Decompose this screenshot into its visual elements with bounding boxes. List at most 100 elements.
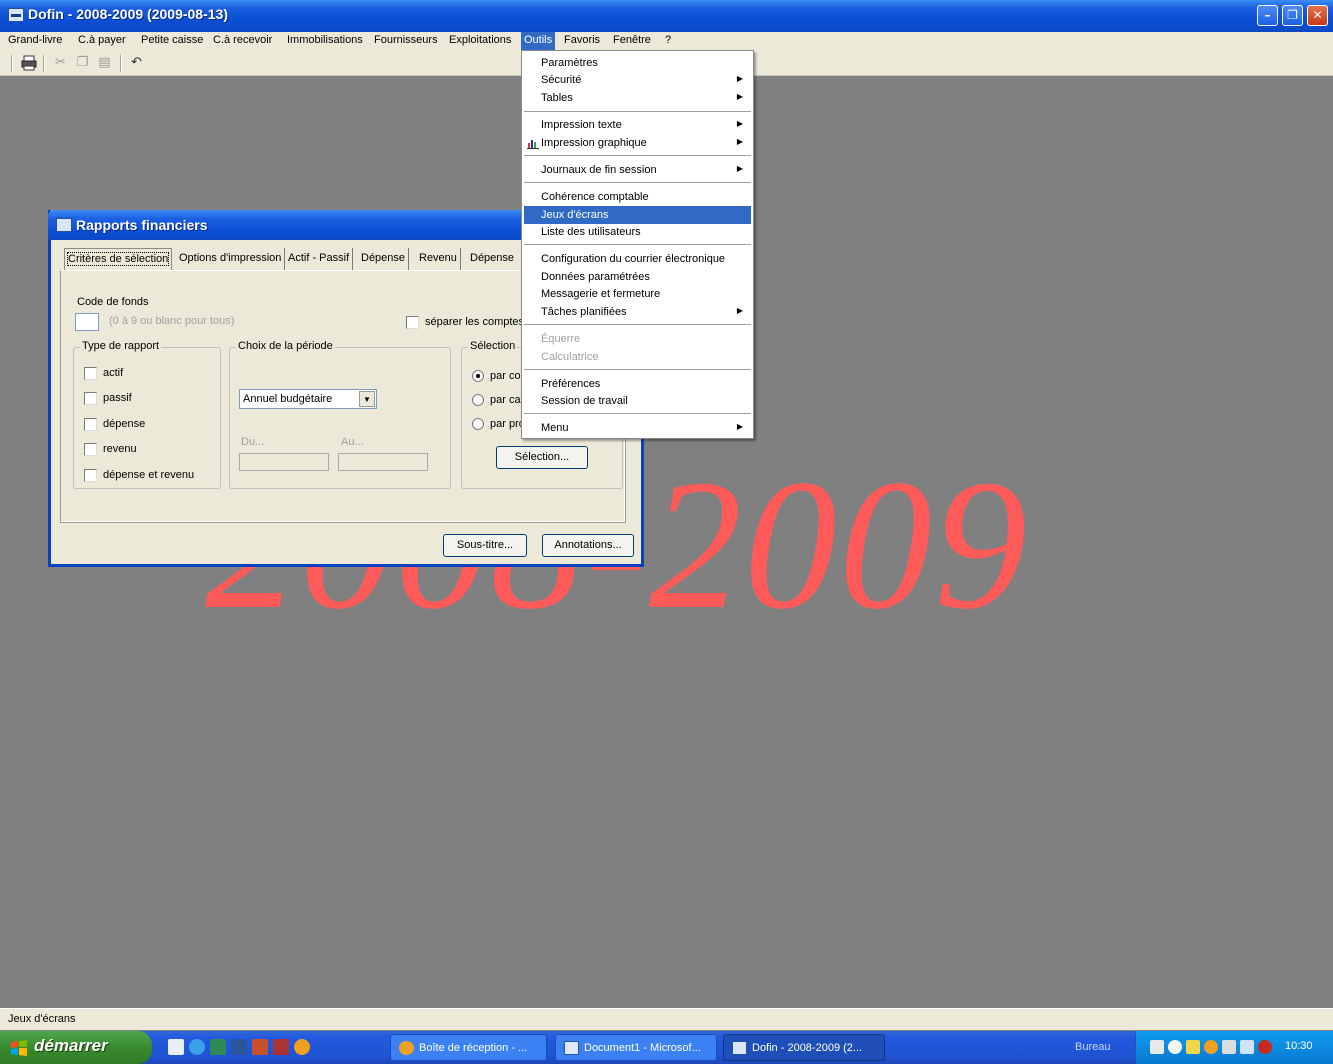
internet-explorer-icon[interactable] — [189, 1039, 205, 1055]
par-cor-radio[interactable] — [472, 370, 484, 382]
revenu-checkbox[interactable] — [84, 443, 97, 456]
excel-icon[interactable] — [210, 1039, 226, 1055]
par-cor-label: par cor — [490, 370, 525, 382]
undo-icon[interactable]: ↶ — [128, 55, 145, 71]
chevron-down-icon[interactable]: ▼ — [359, 391, 375, 407]
menu-item-parametres[interactable]: Paramètres — [524, 54, 751, 72]
menu-item-tables[interactable]: Tables ▶ — [524, 89, 751, 107]
menu-item-preferences[interactable]: Préférences — [524, 375, 751, 393]
menu-item-impression-texte[interactable]: Impression texte ▶ — [524, 116, 751, 134]
mail-icon[interactable] — [1186, 1040, 1200, 1054]
menu-favoris[interactable]: Favoris — [564, 34, 600, 46]
show-desktop-icon[interactable] — [168, 1039, 184, 1055]
powerpoint-icon[interactable] — [252, 1039, 268, 1055]
restore-button[interactable]: ❐ — [1282, 5, 1303, 26]
menu-c-a-payer[interactable]: C.à payer — [78, 34, 126, 46]
menu-item-label: Journaux de fin session — [541, 164, 657, 176]
code-fonds-input[interactable] — [75, 313, 99, 331]
menu-item-securite[interactable]: Sécurité ▶ — [524, 71, 751, 89]
word-icon[interactable] — [231, 1039, 247, 1055]
task-boite-reception[interactable]: Boîte de réception - ... — [390, 1034, 547, 1061]
periode-select[interactable]: Annuel budgétaire ▼ — [239, 389, 377, 409]
print-icon[interactable] — [20, 55, 37, 71]
menu-item-label: Préférences — [541, 378, 601, 390]
menu-item-coherence[interactable]: Cohérence comptable — [524, 188, 751, 206]
sous-titre-button[interactable]: Sous-titre... — [443, 534, 527, 557]
date-au-input[interactable] — [338, 453, 428, 471]
menu-c-a-recevoir[interactable]: C.à recevoir — [213, 34, 272, 46]
par-cat-radio[interactable] — [472, 394, 484, 406]
tab-revenu[interactable]: Revenu — [416, 248, 461, 270]
menu-item-taches-planifiees[interactable]: Tâches planifiées ▶ — [524, 303, 751, 321]
tab-depense-2[interactable]: Dépense — [467, 248, 517, 270]
separer-comptes-checkbox[interactable] — [406, 316, 419, 329]
du-label: Du... — [241, 436, 265, 448]
tab-options-impression[interactable]: Options d'impression — [176, 248, 286, 270]
bureau-toolbar-label[interactable]: Bureau — [1075, 1041, 1110, 1053]
close-button[interactable]: ✕ — [1307, 5, 1328, 26]
date-du-input[interactable] — [239, 453, 329, 471]
actif-checkbox[interactable] — [84, 367, 97, 380]
tab-label: Options d'impression — [179, 252, 282, 264]
outlook-icon[interactable] — [1204, 1040, 1218, 1054]
collapse-tray-icon[interactable] — [1168, 1040, 1182, 1054]
menu-fenetre[interactable]: Fenêtre — [613, 34, 651, 46]
menu-item-label: Cohérence comptable — [541, 191, 649, 203]
clock[interactable]: 10:30 — [1285, 1040, 1313, 1052]
periode-group: Choix de la période Annuel budgétaire ▼ … — [229, 340, 451, 489]
selection-button[interactable]: Sélection... — [496, 446, 588, 469]
menu-exploitations[interactable]: Exploitations — [449, 34, 511, 46]
menu-item-configuration-courrier[interactable]: Configuration du courrier électronique — [524, 250, 751, 268]
submenu-arrow-icon: ▶ — [736, 137, 743, 146]
menu-separator — [524, 155, 751, 156]
menu-item-session-travail[interactable]: Session de travail — [524, 392, 751, 410]
menu-grand-livre[interactable]: Grand-livre — [8, 34, 62, 46]
menu-item-jeux-ecrans[interactable]: Jeux d'écrans — [524, 206, 751, 224]
menu-item-menu[interactable]: Menu ▶ — [524, 419, 751, 437]
menu-immobilisations[interactable]: Immobilisations — [287, 34, 363, 46]
menu-item-label: Jeux d'écrans — [541, 209, 609, 221]
menu-help[interactable]: ? — [665, 34, 671, 46]
tab-actif-passif[interactable]: Actif - Passif — [285, 248, 354, 270]
annotations-button[interactable]: Annotations... — [542, 534, 634, 557]
toolbar-grip[interactable] — [11, 55, 13, 72]
passif-label: passif — [103, 392, 132, 404]
menu-item-impression-graphique[interactable]: Impression graphique ▶ — [524, 134, 751, 152]
menu-item-label: Menu — [541, 422, 569, 434]
submenu-arrow-icon: ▶ — [736, 164, 743, 173]
tab-criteres[interactable]: Critères de sélection — [64, 248, 173, 270]
copy-icon[interactable]: ❐ — [74, 55, 91, 71]
submenu-arrow-icon: ▶ — [736, 74, 743, 83]
menu-item-liste-utilisateurs[interactable]: Liste des utilisateurs — [524, 223, 751, 241]
submenu-arrow-icon: ▶ — [736, 422, 743, 431]
menu-outils[interactable]: Outils — [521, 32, 556, 50]
depense-checkbox[interactable] — [84, 418, 97, 431]
task-label: Dofin - 2008-2009 (2... — [752, 1042, 863, 1054]
cut-icon[interactable]: ✂ — [52, 55, 69, 71]
tab-depense[interactable]: Dépense — [358, 248, 410, 270]
task-document1[interactable]: Document1 - Microsof... — [555, 1034, 717, 1061]
menu-item-donnees-parametrees[interactable]: Données paramétrées — [524, 268, 751, 286]
menu-petite-caisse[interactable]: Petite caisse — [141, 34, 203, 46]
toolbar-separator — [43, 55, 45, 72]
minimize-button[interactable]: – — [1257, 5, 1278, 26]
menu-item-messagerie[interactable]: Messagerie et fermeture — [524, 285, 751, 303]
passif-checkbox[interactable] — [84, 392, 97, 405]
taskbar: démarrer Boîte de réception - ... Docume… — [0, 1031, 1333, 1064]
submenu-arrow-icon: ▶ — [736, 119, 743, 128]
start-button[interactable]: démarrer — [0, 1031, 152, 1064]
word-document-icon — [564, 1041, 579, 1055]
paste-icon[interactable]: ▤ — [96, 55, 113, 71]
outlook-icon[interactable] — [294, 1039, 310, 1055]
menu-item-label: Paramètres — [541, 57, 598, 69]
depense-et-revenu-checkbox[interactable] — [84, 469, 97, 482]
antivirus-icon[interactable] — [1258, 1040, 1272, 1054]
par-pro-radio[interactable] — [472, 418, 484, 430]
task-dofin[interactable]: Dofin - 2008-2009 (2... — [723, 1034, 885, 1061]
network-icon[interactable] — [1222, 1040, 1236, 1054]
menu-fournisseurs[interactable]: Fournisseurs — [374, 34, 438, 46]
messenger-icon[interactable] — [1240, 1040, 1254, 1054]
keyboard-icon[interactable] — [1150, 1040, 1164, 1054]
menu-item-journaux[interactable]: Journaux de fin session ▶ — [524, 161, 751, 179]
access-icon[interactable] — [273, 1039, 289, 1055]
